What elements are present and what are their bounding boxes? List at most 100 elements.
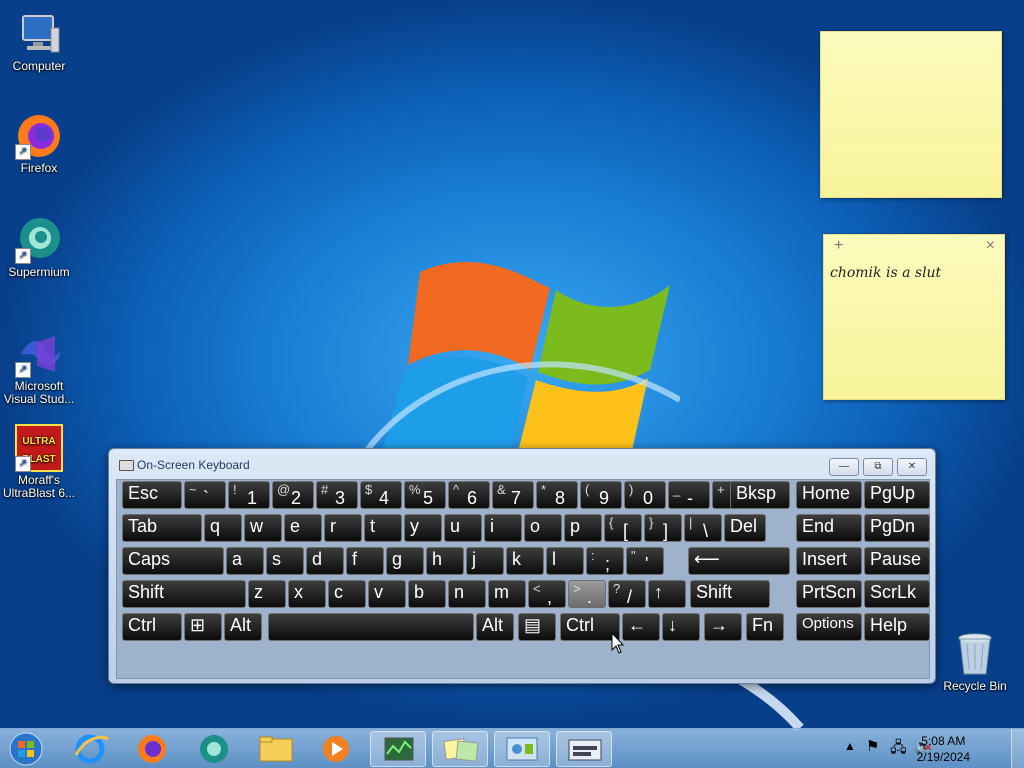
key-[interactable]: }]: [644, 514, 682, 542]
key-5[interactable]: % 5: [404, 481, 446, 509]
key-m[interactable]: m: [488, 580, 526, 608]
key-0[interactable]: ) 0: [624, 481, 666, 509]
key-shift[interactable]: Shift: [690, 580, 770, 608]
key-[interactable]: ↑: [648, 580, 686, 608]
key-f[interactable]: f: [346, 547, 384, 575]
restore-button[interactable]: ⧉: [863, 458, 893, 476]
key-y[interactable]: y: [404, 514, 442, 542]
sticky-note[interactable]: [820, 31, 1002, 198]
key-6[interactable]: ^ 6: [448, 481, 490, 509]
key-[interactable]: ⊞: [184, 613, 222, 641]
key-[interactable]: " ': [626, 547, 664, 575]
taskbar-firefox[interactable]: [124, 731, 180, 767]
key-d[interactable]: d: [306, 547, 344, 575]
key-o[interactable]: o: [524, 514, 562, 542]
key-7[interactable]: & 7: [492, 481, 534, 509]
key-pgdn[interactable]: PgDn: [864, 514, 930, 542]
key-space[interactable]: [268, 613, 474, 641]
key-k[interactable]: k: [506, 547, 544, 575]
key-2[interactable]: @2: [272, 481, 314, 509]
key-8[interactable]: * 8: [536, 481, 578, 509]
action-center-flag-icon[interactable]: ⚑: [866, 737, 879, 755]
key-shift[interactable]: Shift: [122, 580, 246, 608]
start-button[interactable]: [0, 731, 56, 767]
key-v[interactable]: v: [368, 580, 406, 608]
key-4[interactable]: $4: [360, 481, 402, 509]
key-[interactable]: <,: [528, 580, 566, 608]
key-[interactable]: _ -: [668, 481, 710, 509]
taskbar-media-player[interactable]: [310, 731, 366, 767]
key-esc[interactable]: Esc: [122, 481, 182, 509]
taskbar-explorer[interactable]: [248, 731, 304, 767]
key-e[interactable]: e: [284, 514, 322, 542]
key-9[interactable]: (9: [580, 481, 622, 509]
key-w[interactable]: w: [244, 514, 282, 542]
key-end[interactable]: End: [796, 514, 862, 542]
key-[interactable]: ⟵: [688, 547, 790, 575]
key-[interactable]: ←: [622, 613, 660, 641]
key-pgup[interactable]: PgUp: [864, 481, 930, 509]
key-home[interactable]: Home: [796, 481, 862, 509]
taskbar-on-screen-keyboard[interactable]: [556, 731, 612, 767]
key-t[interactable]: t: [364, 514, 402, 542]
key-l[interactable]: l: [546, 547, 584, 575]
key-del[interactable]: Del: [724, 514, 766, 542]
key-a[interactable]: a: [226, 547, 264, 575]
key-z[interactable]: z: [248, 580, 286, 608]
key-options[interactable]: Options: [796, 613, 862, 641]
key-g[interactable]: g: [386, 547, 424, 575]
desktop-icon-visual-studio[interactable]: ↗ Microsoft Visual Stud...: [2, 330, 76, 406]
key-alt[interactable]: Alt: [224, 613, 262, 641]
key-h[interactable]: h: [426, 547, 464, 575]
key-[interactable]: | \: [684, 514, 722, 542]
key-[interactable]: ? /: [608, 580, 646, 608]
key-prtscn[interactable]: PrtScn: [796, 580, 862, 608]
key-[interactable]: ↓: [662, 613, 700, 641]
key-r[interactable]: r: [324, 514, 362, 542]
key-tab[interactable]: Tab: [122, 514, 202, 542]
key-insert[interactable]: Insert: [796, 547, 862, 575]
key-alt[interactable]: Alt: [476, 613, 514, 641]
key-[interactable]: {[: [604, 514, 642, 542]
network-icon[interactable]: 🖧: [890, 737, 907, 762]
close-note-button[interactable]: ×: [986, 237, 995, 255]
sticky-note-text[interactable]: chomik is a slut: [824, 259, 1004, 287]
desktop-icon-recycle-bin[interactable]: Recycle Bin: [938, 630, 1012, 693]
taskbar-sticky-notes[interactable]: [432, 731, 488, 767]
taskbar-internet-explorer[interactable]: [62, 731, 118, 767]
key-[interactable]: →: [704, 613, 742, 641]
key-[interactable]: >.: [568, 580, 606, 608]
close-button[interactable]: ✕: [897, 458, 927, 476]
desktop-icon-computer[interactable]: Computer: [2, 10, 76, 73]
key-[interactable]: ▤: [518, 613, 556, 641]
key-b[interactable]: b: [408, 580, 446, 608]
taskbar-control-panel[interactable]: [494, 731, 550, 767]
key-1[interactable]: ! 1: [228, 481, 270, 509]
desktop-icon-firefox[interactable]: ↗ Firefox: [2, 112, 76, 175]
key-q[interactable]: q: [204, 514, 242, 542]
taskbar-task-manager[interactable]: [370, 731, 426, 767]
key-pause[interactable]: Pause: [864, 547, 930, 575]
show-hidden-icons-button[interactable]: ▲: [844, 739, 856, 753]
add-note-button[interactable]: +: [834, 237, 843, 255]
key-help[interactable]: Help: [864, 613, 930, 641]
taskbar-supermium[interactable]: [186, 731, 242, 767]
key-c[interactable]: c: [328, 580, 366, 608]
key-ctrl[interactable]: Ctrl: [122, 613, 182, 641]
desktop-icon-supermium[interactable]: ↗ Supermium: [2, 216, 76, 279]
key-scrlk[interactable]: ScrLk: [864, 580, 930, 608]
key-[interactable]: ~ `: [184, 481, 226, 509]
sticky-note-text[interactable]: [821, 32, 1001, 44]
key-x[interactable]: x: [288, 580, 326, 608]
key-[interactable]: :;: [586, 547, 624, 575]
key-fn[interactable]: Fn: [746, 613, 784, 641]
key-3[interactable]: #3: [316, 481, 358, 509]
key-j[interactable]: j: [466, 547, 504, 575]
desktop-icon-ultrablast[interactable]: ULTRA BLAST ↗ Moraff's UltraBlast 6...: [2, 424, 76, 500]
key-p[interactable]: p: [564, 514, 602, 542]
key-i[interactable]: i: [484, 514, 522, 542]
key-bksp[interactable]: Bksp: [730, 481, 790, 509]
sticky-note[interactable]: + × chomik is a slut: [823, 234, 1005, 400]
minimize-button[interactable]: —: [829, 458, 859, 476]
tray-clock[interactable]: 5:08 AM 2/19/2024: [917, 733, 970, 765]
